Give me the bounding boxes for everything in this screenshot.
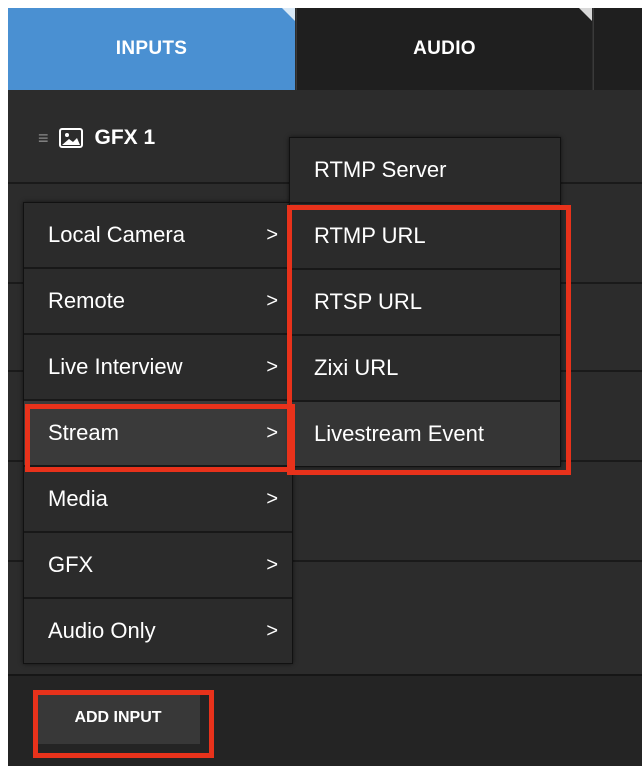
menu-item-label: Audio Only bbox=[48, 618, 156, 643]
tab-audio[interactable]: AUDIO bbox=[296, 8, 592, 90]
menu-item-live-interview[interactable]: Live Interview > bbox=[24, 333, 292, 399]
tab-audio-label: AUDIO bbox=[413, 38, 476, 59]
chevron-right-icon: > bbox=[266, 487, 278, 510]
menu-item-local-camera[interactable]: Local Camera > bbox=[24, 203, 292, 267]
submenu-item-zixi-url[interactable]: Zixi URL bbox=[290, 334, 560, 400]
submenu-item-rtmp-server[interactable]: RTMP Server bbox=[290, 138, 560, 202]
chevron-right-icon: > bbox=[266, 223, 278, 246]
add-input-menu: Local Camera > Remote > Live Interview >… bbox=[23, 202, 293, 664]
menu-item-audio-only[interactable]: Audio Only > bbox=[24, 597, 292, 663]
chevron-right-icon: > bbox=[266, 619, 278, 642]
tab-inputs[interactable]: INPUTS bbox=[8, 8, 295, 90]
tab-corner-indicator bbox=[579, 8, 592, 21]
source-row[interactable]: ≡ GFX 1 bbox=[38, 120, 155, 156]
add-input-button[interactable]: ADD INPUT bbox=[36, 692, 200, 744]
submenu-item-label: Zixi URL bbox=[314, 355, 399, 380]
chevron-right-icon: > bbox=[266, 355, 278, 378]
menu-item-gfx[interactable]: GFX > bbox=[24, 531, 292, 597]
submenu-item-label: RTMP URL bbox=[314, 223, 426, 248]
submenu-item-rtmp-url[interactable]: RTMP URL bbox=[290, 202, 560, 268]
drag-handle-icon[interactable]: ≡ bbox=[38, 128, 48, 149]
menu-item-label: Remote bbox=[48, 288, 126, 313]
tab-corner-indicator bbox=[282, 8, 295, 21]
menu-item-remote[interactable]: Remote > bbox=[24, 267, 292, 333]
chevron-right-icon: > bbox=[266, 289, 278, 312]
image-icon bbox=[58, 128, 83, 148]
submenu-item-label: Livestream Event bbox=[314, 421, 484, 446]
menu-item-label: Media bbox=[48, 486, 108, 511]
menu-item-label: Local Camera bbox=[48, 222, 185, 247]
chevron-right-icon: > bbox=[266, 421, 278, 444]
tab-more[interactable] bbox=[593, 8, 642, 90]
tab-inputs-label: INPUTS bbox=[115, 38, 188, 59]
menu-item-stream[interactable]: Stream > bbox=[24, 399, 292, 465]
submenu-item-label: RTMP Server bbox=[314, 157, 447, 182]
submenu-item-livestream-event[interactable]: Livestream Event bbox=[290, 400, 560, 466]
menu-item-media[interactable]: Media > bbox=[24, 465, 292, 531]
submenu-item-rtsp-url[interactable]: RTSP URL bbox=[290, 268, 560, 334]
stream-submenu: RTMP Server RTMP URL RTSP URL Zixi URL L… bbox=[289, 137, 561, 467]
source-label: GFX 1 bbox=[94, 126, 156, 149]
menu-item-label: Stream bbox=[48, 420, 119, 445]
submenu-item-label: RTSP URL bbox=[314, 289, 423, 314]
menu-item-label: Live Interview bbox=[48, 354, 183, 379]
chevron-right-icon: > bbox=[266, 553, 278, 576]
menu-item-label: GFX bbox=[48, 552, 94, 577]
